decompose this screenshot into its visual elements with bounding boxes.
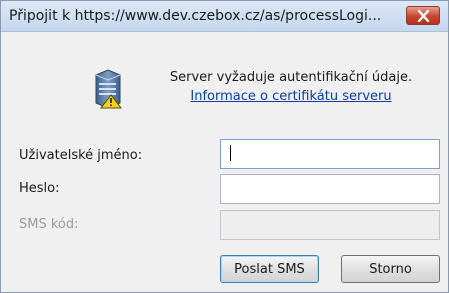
cancel-button[interactable]: Storno [341, 255, 440, 283]
username-input[interactable] [220, 139, 440, 169]
message-block: Server vyžaduje autentifikační údaje. In… [161, 68, 421, 106]
password-label: Heslo: [19, 181, 60, 196]
close-icon [417, 10, 430, 22]
password-input[interactable] [220, 174, 440, 204]
title-bar[interactable]: Připojit k https://www.dev.czebox.cz/as/… [1, 1, 448, 32]
sms-code-input[interactable] [220, 210, 440, 240]
username-label: Uživatelské jméno: [19, 148, 143, 163]
auth-message: Server vyžaduje autentifikační údaje. [169, 70, 413, 85]
server-warning-icon [95, 69, 123, 109]
window-title: Připojit k https://www.dev.czebox.cz/as/… [9, 8, 382, 24]
text-caret [230, 145, 231, 161]
certificate-info-link[interactable]: Informace o certifikátu serveru [190, 89, 391, 104]
send-sms-button[interactable]: Poslat SMS [220, 255, 319, 283]
auth-dialog: Připojit k https://www.dev.czebox.cz/as/… [0, 0, 449, 293]
close-button[interactable] [406, 6, 440, 25]
sms-code-label: SMS kód: [19, 217, 79, 232]
